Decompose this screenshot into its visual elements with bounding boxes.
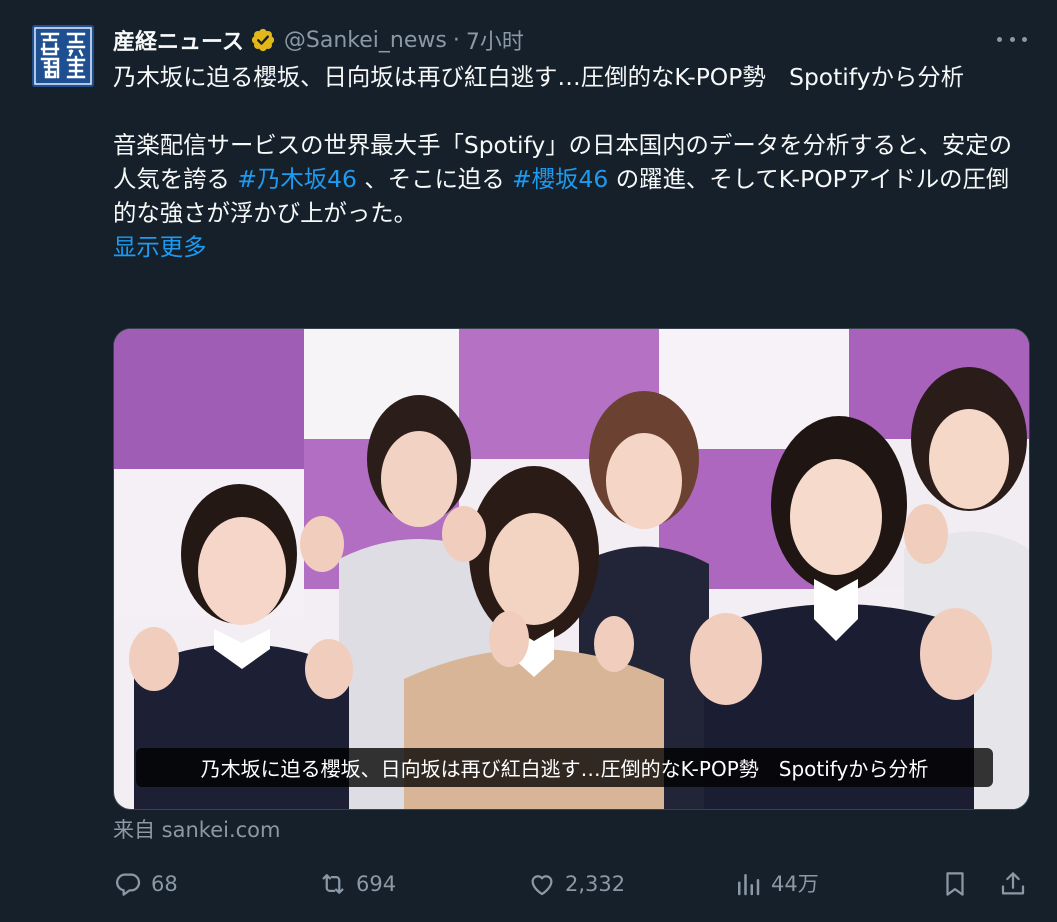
author-handle[interactable]: @Sankei_news [284, 28, 447, 53]
reply-count: 68 [151, 872, 178, 896]
action-bar: 68 694 2,332 44万 [113, 866, 1033, 902]
verified-badge-icon [251, 28, 275, 52]
tweet-text: 乃木坂に迫る櫻坂、日向坂は再び紅白逃す…圧倒的なK-POP勢 Spotifyから… [113, 60, 1018, 264]
reply-icon [116, 873, 141, 896]
link-card[interactable]: 乃木坂に迫る櫻坂、日向坂は再び紅白逃す…圧倒的なK-POP勢 Spotifyから… [113, 328, 1030, 810]
avatar[interactable] [32, 25, 94, 87]
body-text-2: 、そこに迫る [356, 165, 513, 193]
bookmark-button[interactable] [940, 866, 978, 902]
more-icon[interactable] [997, 26, 1027, 52]
tweet-timestamp[interactable]: 7小时 [466, 24, 524, 56]
tweet-body: 音楽配信サービスの世界最大手「Spotify」の日本国内のデータを分析すると、安… [113, 128, 1018, 230]
tweet-header: 産経ニュース @Sankei_news · 7小时 [113, 22, 1037, 58]
views-button[interactable]: 44万 [733, 866, 819, 902]
header-separator: · [452, 27, 460, 53]
card-image [114, 329, 1029, 809]
views-count: 44万 [771, 872, 819, 896]
tweet-title-line: 乃木坂に迫る櫻坂、日向坂は再び紅白逃す…圧倒的なK-POP勢 Spotifyから… [113, 63, 965, 91]
show-more-link[interactable]: 显示更多 [113, 230, 207, 264]
heart-icon [531, 875, 553, 896]
hashtag-nogizaka[interactable]: #乃木坂46 [237, 165, 357, 193]
card-source[interactable]: 来自 sankei.com [113, 814, 281, 844]
retweet-button[interactable]: 694 [318, 866, 396, 902]
share-icon [1001, 872, 1025, 895]
card-caption: 乃木坂に迫る櫻坂、日向坂は再び紅白逃す…圧倒的なK-POP勢 Spotifyから… [136, 748, 993, 787]
retweet-count: 694 [356, 872, 397, 896]
retweet-icon [322, 874, 344, 894]
author-name[interactable]: 産経ニュース [113, 24, 244, 56]
bookmark-icon [946, 872, 964, 896]
like-button[interactable]: 2,332 [527, 866, 625, 902]
reply-button[interactable]: 68 [113, 866, 178, 902]
sankei-logo [32, 25, 94, 87]
share-button[interactable] [998, 866, 1036, 902]
views-icon [738, 874, 760, 896]
like-count: 2,332 [565, 872, 626, 896]
hashtag-sakurazaka[interactable]: #櫻坂46 [512, 165, 608, 193]
